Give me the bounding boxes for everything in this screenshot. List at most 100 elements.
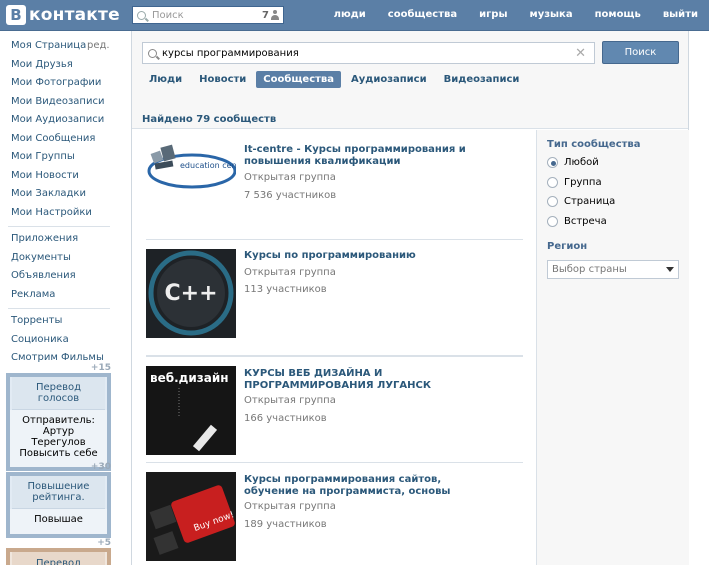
- group-members: 166 участников: [244, 413, 327, 424]
- list-item: C++ Курсы по программированию Открытая г…: [146, 249, 523, 356]
- filter-panel: Тип сообщества Любой Группа Страница Вст…: [536, 130, 689, 565]
- radio-label: Страница: [564, 196, 616, 207]
- group-title[interactable]: It-centre - Курсы программирования и пов…: [244, 144, 474, 168]
- top-search-count: 7: [262, 9, 269, 21]
- results-count: Найдено 79 сообществ: [142, 114, 277, 125]
- sidebar-item-audio[interactable]: Мои Аудиозаписи: [0, 111, 120, 130]
- radio-group[interactable]: Группа: [547, 177, 602, 188]
- left-sidebar: ред. Моя Страница Мои Друзья Мои Фотогра…: [0, 31, 120, 565]
- divider: [8, 308, 110, 309]
- sidebar-item-messages[interactable]: Мои Сообщения: [0, 130, 120, 149]
- group-members: 113 участников: [244, 284, 327, 295]
- search-query-input[interactable]: курсы программирования ✕: [142, 42, 595, 64]
- nav-people[interactable]: люди: [323, 0, 377, 31]
- sidebar-item-torrents[interactable]: Торренты: [0, 312, 120, 331]
- group-members: 7 536 участников: [244, 190, 337, 201]
- ad-bid: +15: [90, 363, 111, 373]
- nav-games[interactable]: игры: [468, 0, 518, 31]
- divider: [8, 226, 110, 227]
- nav-music[interactable]: музыка: [519, 0, 584, 31]
- ad-bid: +30: [90, 462, 111, 472]
- sidebar-item-videos[interactable]: Мои Видеозаписи: [0, 93, 120, 112]
- vk-logo[interactable]: B контакте: [6, 5, 120, 25]
- radio-button[interactable]: [547, 177, 558, 188]
- clear-icon[interactable]: ✕: [575, 46, 586, 61]
- ad-block[interactable]: Перевод голосов Отправитель: Артур Терег…: [6, 373, 111, 471]
- ad-block[interactable]: Перевод: [6, 548, 111, 565]
- group-avatar[interactable]: веб.дизайн: [146, 366, 236, 455]
- radio-any[interactable]: Любой: [547, 157, 599, 168]
- ad-body: Повышае: [10, 509, 107, 534]
- radio-button[interactable]: [547, 216, 558, 227]
- sidebar-item-socionics[interactable]: Соционика: [0, 331, 120, 350]
- list-item: веб.дизайн КУРСЫ ВЕБ ДИЗАЙНА И ПРОГРАММИ…: [146, 356, 523, 463]
- group-title[interactable]: Курсы по программированию: [244, 250, 474, 262]
- sidebar-item-advertising[interactable]: Реклама: [0, 286, 120, 305]
- tab-video[interactable]: Видеозаписи: [437, 71, 527, 88]
- nav-communities[interactable]: сообщества: [377, 0, 468, 31]
- tab-communities[interactable]: Сообщества: [256, 71, 341, 88]
- group-avatar[interactable]: C++: [146, 249, 236, 338]
- group-avatar[interactable]: education centre: [146, 142, 248, 197]
- nav-help[interactable]: помощь: [584, 0, 652, 31]
- radio-label: Любой: [564, 157, 599, 168]
- search-query-value: курсы программирования: [162, 47, 299, 59]
- search-icon: [148, 48, 157, 58]
- search-button[interactable]: Поиск: [602, 41, 679, 64]
- person-icon: [271, 10, 279, 20]
- sidebar-item-documents[interactable]: Документы: [0, 249, 120, 268]
- ad-title[interactable]: Перевод: [12, 552, 105, 565]
- sidebar-item-ads[interactable]: Объявления: [0, 267, 120, 286]
- group-type: Открытая группа: [244, 501, 336, 512]
- nav-logout[interactable]: выйти: [652, 0, 709, 31]
- ad-title[interactable]: Перевод голосов: [12, 377, 105, 410]
- group-type: Открытая группа: [244, 395, 336, 406]
- radio-event[interactable]: Встреча: [547, 216, 607, 227]
- search-panel: курсы программирования ✕ Поиск Люди Ново…: [132, 31, 688, 129]
- tab-news[interactable]: Новости: [192, 71, 253, 88]
- tab-audio[interactable]: Аудиозаписи: [344, 71, 434, 88]
- sidebar-item-friends[interactable]: Мои Друзья: [0, 56, 120, 75]
- sidebar-item-photos[interactable]: Мои Фотографии: [0, 74, 120, 93]
- main-content: курсы программирования ✕ Поиск Люди Ново…: [131, 31, 689, 565]
- sidebar-item-bookmarks[interactable]: Мои Закладки: [0, 185, 120, 204]
- group-type: Открытая группа: [244, 172, 336, 183]
- top-search-input[interactable]: Поиск 7: [132, 6, 284, 24]
- sidebar-item-apps[interactable]: Приложения: [0, 230, 120, 249]
- country-select[interactable]: Выбор страны: [547, 260, 679, 279]
- sidebar-item-groups[interactable]: Мои Группы: [0, 148, 120, 167]
- group-title[interactable]: Курсы программирования сайтов, обучение …: [244, 474, 474, 498]
- sidebar-item-settings[interactable]: Мои Настройки: [0, 204, 120, 223]
- search-tabs: Люди Новости Сообщества Аудиозаписи Виде…: [142, 71, 529, 88]
- filter-type-label: Тип сообщества: [547, 139, 641, 150]
- top-search-placeholder: Поиск: [152, 9, 184, 21]
- chevron-down-icon: [666, 267, 674, 272]
- edit-link[interactable]: ред.: [87, 37, 110, 56]
- radio-page[interactable]: Страница: [547, 196, 615, 207]
- group-type: Открытая группа: [244, 267, 336, 278]
- group-title[interactable]: КУРСЫ ВЕБ ДИЗАЙНА И ПРОГРАММИРОВАНИЯ ЛУГ…: [244, 368, 474, 392]
- group-avatar[interactable]: Buy now!: [146, 472, 236, 561]
- top-nav: люди сообщества игры музыка помощь выйти: [323, 0, 709, 31]
- ad-bid: +5: [97, 538, 111, 548]
- top-bar: B контакте Поиск 7 люди сообщества игры …: [0, 0, 709, 31]
- main-menu: ред. Моя Страница Мои Друзья Мои Фотогра…: [0, 31, 120, 368]
- logo-text: контакте: [29, 5, 120, 25]
- ad-body: Отправитель: Артур Терегулов Повысить се…: [10, 410, 107, 467]
- radio-label: Встреча: [564, 216, 607, 227]
- radio-button[interactable]: [547, 196, 558, 207]
- thumb-text: education centre: [180, 161, 236, 170]
- sidebar-item-news[interactable]: Мои Новости: [0, 167, 120, 186]
- thumb-text: веб.дизайн: [150, 371, 229, 385]
- search-icon: [137, 10, 146, 20]
- tab-people[interactable]: Люди: [142, 71, 189, 88]
- thumb-text: C++: [164, 281, 217, 306]
- ad-block[interactable]: Повышение рейтинга. Повышае: [6, 472, 111, 538]
- filter-region-label: Регион: [547, 241, 588, 252]
- group-members: 189 участников: [244, 519, 327, 530]
- radio-label: Группа: [564, 177, 602, 188]
- ad-title[interactable]: Повышение рейтинга.: [12, 476, 105, 509]
- country-select-value: Выбор страны: [552, 264, 627, 275]
- radio-button[interactable]: [547, 157, 558, 168]
- logo-mark: B: [6, 5, 26, 25]
